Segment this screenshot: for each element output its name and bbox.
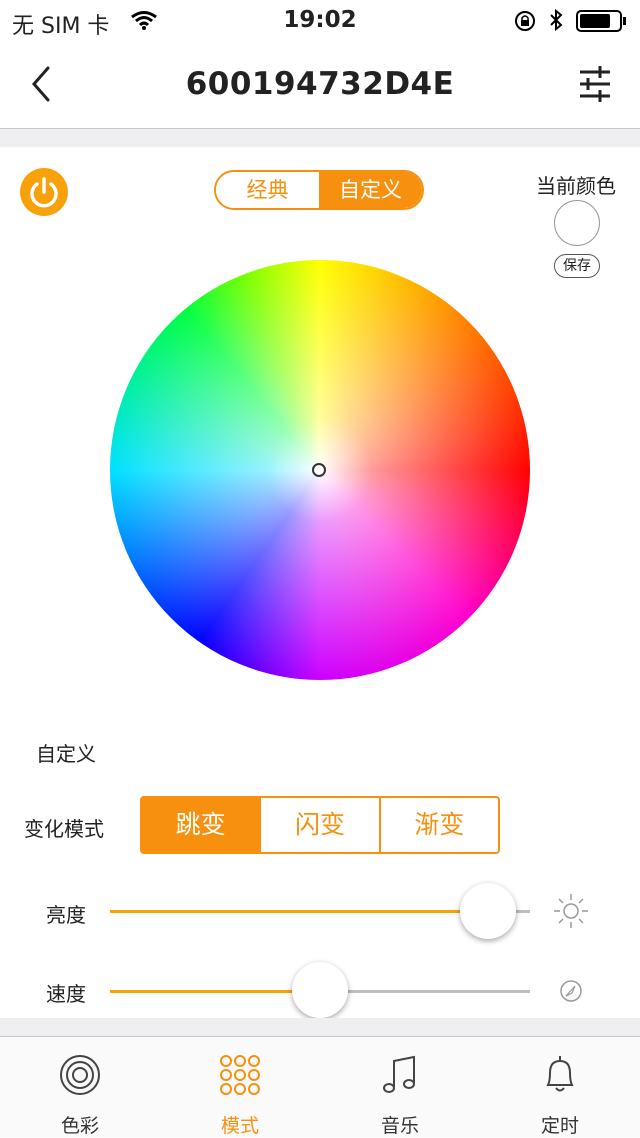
orientation-lock-icon [515, 11, 535, 31]
color-mode-segmented: 经典 自定义 [214, 170, 424, 210]
mode-flash[interactable]: 闪变 [259, 798, 378, 852]
bluetooth-icon [550, 8, 563, 32]
tab-music[interactable]: 音乐 [320, 1037, 480, 1137]
tab-mode[interactable]: 模式 [160, 1037, 320, 1137]
speed-gauge-icon [560, 980, 582, 1002]
mode-fade[interactable]: 渐变 [378, 798, 498, 852]
status-time: 19:02 [283, 7, 357, 33]
speed-label: 速度 [46, 982, 86, 1006]
brightness-fill [110, 910, 488, 913]
tab-bar: 色彩 模式 音乐 定时 [0, 1036, 640, 1137]
section-divider-bottom [0, 1018, 640, 1036]
bell-icon [546, 1056, 574, 1092]
power-icon [30, 177, 58, 208]
save-button[interactable]: 保存 [554, 254, 600, 278]
power-button[interactable] [20, 168, 68, 216]
color-picker-handle[interactable] [312, 463, 326, 477]
mode-jump[interactable]: 跳变 [142, 798, 260, 852]
sun-icon [554, 894, 588, 928]
speed-fill [110, 990, 320, 993]
speed-knob[interactable] [292, 962, 348, 1018]
tab-classic[interactable]: 经典 [216, 172, 319, 208]
settings-sliders-icon[interactable] [578, 64, 612, 104]
status-bar: 无 SIM 卡 19:02 [0, 0, 640, 40]
music-note-icon [383, 1055, 415, 1093]
change-mode-label: 变化模式 [24, 817, 104, 841]
brightness-knob[interactable] [460, 883, 516, 939]
section-divider [0, 129, 640, 147]
tab-mode-label: 模式 [220, 1115, 259, 1137]
device-title: 600194732D4E [185, 66, 455, 102]
current-color-swatch [554, 200, 600, 246]
battery-icon [576, 10, 626, 32]
tab-color[interactable]: 色彩 [0, 1037, 160, 1137]
dots-grid-icon [220, 1055, 260, 1095]
tab-custom[interactable]: 自定义 [319, 172, 422, 208]
current-color-label: 当前颜色 [536, 174, 616, 198]
navigation-bar: 600194732D4E [0, 40, 640, 129]
change-mode-segmented: 跳变 闪变 渐变 [140, 796, 500, 854]
custom-section-label: 自定义 [36, 742, 96, 766]
tab-color-label: 色彩 [60, 1115, 99, 1137]
tab-timer-label: 定时 [540, 1115, 579, 1137]
color-rings-icon [60, 1055, 100, 1095]
tab-music-label: 音乐 [380, 1115, 419, 1137]
brightness-label: 亮度 [46, 903, 86, 927]
tab-timer[interactable]: 定时 [480, 1037, 640, 1137]
